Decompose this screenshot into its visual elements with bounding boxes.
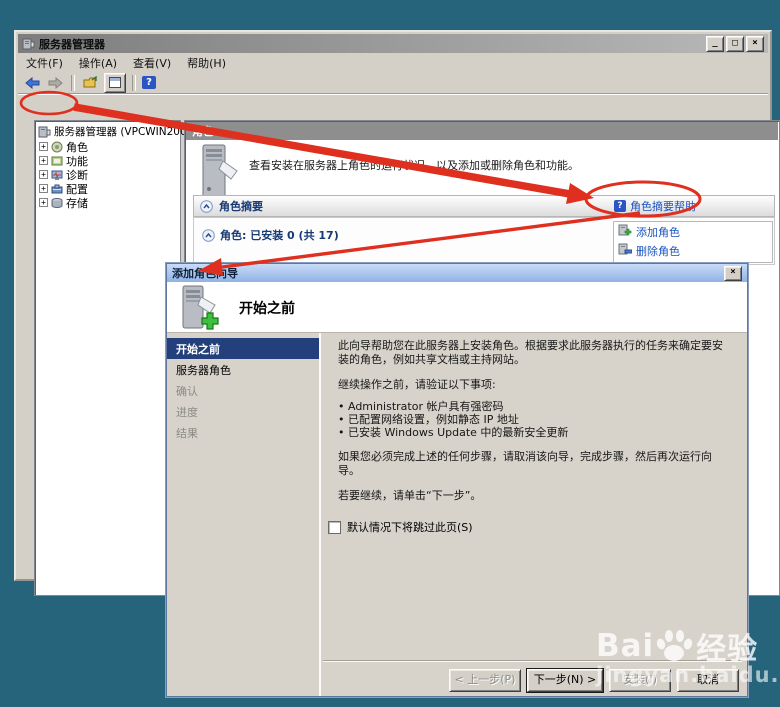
tree-item-storage[interactable]: + 存储 [35,196,180,209]
bullet-item: • 已安装 Windows Update 中的最新安全更新 [338,426,731,439]
expand-icon[interactable]: + [39,184,48,193]
remove-roles-icon [618,243,632,259]
expand-icon[interactable]: + [39,198,48,207]
menu-help[interactable]: 帮助(H) [179,54,234,72]
menu-view[interactable]: 查看(V) [125,54,179,72]
add-role-server-icon [177,285,223,335]
install-button[interactable]: 安装(I) [609,669,671,692]
remove-roles-row[interactable]: 删除角色 [614,241,772,260]
wizard-title-bar[interactable]: 添加角色向导 × [167,264,747,282]
close-button[interactable]: × [746,36,764,52]
diagnostics-icon [51,169,63,181]
tree-item-diagnostics[interactable]: + 诊断 [35,168,180,181]
add-roles-wizard-dialog: 添加角色向导 × 开始之前 开始之前 服务器角色 确认 进 [166,263,748,697]
storage-icon [51,197,63,209]
pane-title: 角色 [192,123,214,139]
step-server-roles: 服务器角色 [167,359,319,380]
collapse-chevron-icon[interactable] [200,200,213,213]
step-results: 结果 [167,422,319,443]
tree-root-server-manager[interactable]: 服务器管理器 (VPCWIN2008) [35,124,180,139]
remove-roles-link[interactable]: 删除角色 [636,243,680,259]
skip-page-checkbox[interactable] [328,521,341,534]
wizard-buttons: < 上一步(P) 下一步(N) > 安装(I) 取消 [449,669,739,692]
toolbar: ? [18,72,768,94]
wizard-content: 此向导帮助您在此服务器上安装角色。根据要求此服务器执行的任务来确定要安装的角色，… [321,333,747,696]
pane-description: 查看安装在服务器上角色的运行状况，以及添加或删除角色和功能。 [249,157,763,173]
export-icon[interactable] [81,74,101,92]
roles-summary-title: 角色摘要 [219,198,263,214]
maximize-button[interactable]: □ [726,36,744,52]
wizard-intro: 此向导帮助您在此服务器上安装角色。根据要求此服务器执行的任务来确定要安装的角色，… [338,339,731,367]
roles-installed-line: 角色: 已安装 0 (共 17) [202,227,339,243]
roles-count-text: 角色: 已安装 0 (共 17) [220,227,339,243]
tree-item-roles[interactable]: + 角色 [35,140,180,153]
tree-item-features[interactable]: + 功能 [35,154,180,167]
menu-action[interactable]: 操作(A) [71,54,125,72]
tree-item-configuration[interactable]: + 配置 [35,182,180,195]
roles-summary-help[interactable]: ? 角色摘要帮助 [614,198,696,214]
menu-bar: 文件(F) 操作(A) 查看(V) 帮助(H) [18,54,768,72]
pane-header: 角色 [186,122,778,140]
step-before-you-begin: 开始之前 [167,338,319,359]
roles-summary-help-link[interactable]: 角色摘要帮助 [630,198,696,214]
back-button[interactable]: < 上一步(P) [449,669,521,692]
add-roles-link[interactable]: 添加角色 [636,224,680,240]
menu-file[interactable]: 文件(F) [18,54,71,72]
expand-icon[interactable]: + [39,170,48,179]
skip-page-option: 默认情况下将跳过此页(S) [328,519,473,535]
wizard-steps: 开始之前 服务器角色 确认 进度 结果 [167,333,319,696]
buttons-separator [323,660,742,661]
console-tree: 服务器管理器 (VPCWIN2008) + 角色 + 功能 + [34,120,181,596]
configuration-icon [51,183,63,195]
close-icon[interactable]: × [724,266,742,281]
back-icon[interactable] [22,74,42,92]
toolbar-separator [132,75,136,91]
toolbar-separator [71,75,75,91]
help-icon[interactable]: ? [142,76,156,89]
forward-icon[interactable] [45,74,65,92]
window-title: 服务器管理器 [39,36,105,52]
next-button[interactable]: 下一步(N) > [527,669,603,692]
wizard-header: 开始之前 [167,282,747,333]
roles-summary-body: 角色: 已安装 0 (共 17) 添加角色 删除角色 [193,217,775,265]
add-roles-row[interactable]: 添加角色 [614,222,772,241]
verify-heading: 继续操作之前，请验证以下事项: [338,378,731,392]
wizard-title: 添加角色向导 [172,265,238,281]
server-manager-icon [38,126,51,138]
minimize-button[interactable]: _ [706,36,724,52]
show-window-icon[interactable] [104,73,126,93]
tree-root-label: 服务器管理器 (VPCWIN2008) [54,124,197,139]
skip-page-label[interactable]: 默认情况下将跳过此页(S) [347,519,473,535]
features-icon [51,155,63,167]
roles-summary-header: 角色摘要 ? 角色摘要帮助 [193,195,775,217]
tree-item-label: 存储 [66,195,88,211]
bullet-item: • Administrator 帐户具有强密码 [338,400,731,413]
wizard-page-title: 开始之前 [239,298,295,318]
roles-icon [51,141,63,153]
help-icon: ? [614,200,626,212]
wizard-body: 开始之前 服务器角色 确认 进度 结果 此向导帮助您在此服务器上安装角色。根据要… [167,333,747,696]
bullet-item: • 已配置网络设置，例如静态 IP 地址 [338,413,731,426]
roles-actions-panel: 添加角色 删除角色 [613,221,773,263]
expand-icon[interactable]: + [39,156,48,165]
server-manager-icon [22,38,35,50]
expand-icon[interactable]: + [39,142,48,151]
wizard-note: 如果您必须完成上述的任何步骤，请取消该向导，完成步骤，然后再次运行向导。 [338,450,731,478]
step-progress: 进度 [167,401,319,422]
cancel-button[interactable]: 取消 [677,669,739,692]
title-bar[interactable]: 服务器管理器 _ □ × [18,34,768,53]
step-confirmation: 确认 [167,380,319,401]
collapse-chevron-icon[interactable] [202,229,215,242]
wizard-continue-hint: 若要继续，请单击“下一步”。 [338,489,731,503]
add-roles-icon [618,224,632,240]
server-tower-icon [199,143,241,203]
desktop: 服务器管理器 _ □ × 文件(F) 操作(A) 查看(V) 帮助(H) [0,0,780,707]
